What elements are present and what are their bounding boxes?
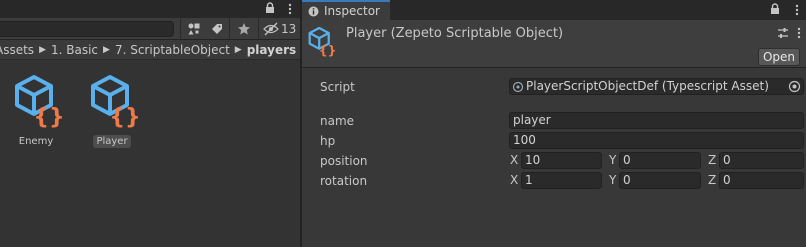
asset-item-enemy[interactable]: {} Enemy <box>6 74 66 154</box>
hidden-packages-toggle[interactable]: 13 <box>263 21 296 37</box>
more-options-icon[interactable] <box>792 3 802 17</box>
hp-label: hp <box>320 134 336 148</box>
asset-label: Player <box>82 135 142 148</box>
inspector-title: Player (Zepeto Scriptable Object) <box>346 26 564 41</box>
presets-icon[interactable] <box>776 26 790 40</box>
name-field[interactable]: player <box>509 112 804 129</box>
inspector-tab-bar: Inspector <box>302 0 806 20</box>
scriptable-object-icon: {} <box>15 75 64 130</box>
rotation-y-label: Y <box>609 173 617 187</box>
svg-text:{}: {} <box>33 105 64 130</box>
object-picker-icon[interactable] <box>788 80 801 93</box>
more-options-icon[interactable] <box>796 26 802 40</box>
scriptable-object-icon: {} <box>308 26 336 57</box>
chevron-right-icon: ▶ <box>234 44 242 55</box>
rotation-label: rotation <box>320 174 368 188</box>
breadcrumb-item-players[interactable]: players <box>247 43 296 57</box>
rotation-x-label: X <box>510 173 519 187</box>
tab-inspector[interactable]: Inspector <box>302 0 390 20</box>
inspector-panel: Inspector {} Player (Zepeto Scriptable O… <box>302 0 806 247</box>
toolbar-divider <box>258 18 259 40</box>
position-z-field[interactable]: 0 <box>719 152 804 169</box>
project-panel: 13 Assets ▶ 1. Basic ▶ 7. ScriptableObje… <box>0 0 300 247</box>
chevron-right-icon: ▶ <box>103 44 110 55</box>
project-toolbar: 13 <box>0 18 300 40</box>
toolbar-divider <box>229 18 230 40</box>
filter-by-type-icon <box>188 23 200 35</box>
search-input[interactable] <box>0 21 174 37</box>
position-x-field[interactable]: 10 <box>521 152 602 169</box>
favorites-button[interactable] <box>233 20 255 38</box>
star-icon <box>238 23 250 35</box>
script-label: Script <box>320 80 355 94</box>
script-value: PlayerScriptObjectDef (Typescript Asset) <box>526 79 769 93</box>
lock-icon[interactable] <box>768 2 782 16</box>
asset-label: Enemy <box>18 136 54 147</box>
script-object-field[interactable]: PlayerScriptObjectDef (Typescript Asset) <box>509 78 804 95</box>
rotation-z-field[interactable]: 0 <box>719 172 804 189</box>
svg-text:{}: {} <box>109 105 140 130</box>
search-by-type-button[interactable] <box>183 20 205 38</box>
asset-item-player[interactable]: {} Player <box>82 74 142 154</box>
rotation-z-label: Z <box>708 173 717 187</box>
rotation-y-field[interactable]: 0 <box>619 172 701 189</box>
lock-icon[interactable] <box>263 1 277 15</box>
breadcrumb-item-scriptableobject[interactable]: 7. ScriptableObject <box>115 43 230 57</box>
open-button[interactable]: Open <box>758 48 800 66</box>
tag-icon <box>212 24 222 34</box>
position-y-label: Y <box>609 153 617 167</box>
svg-text:{}: {} <box>319 43 336 57</box>
position-x-label: X <box>510 153 519 167</box>
breadcrumb: Assets ▶ 1. Basic ▶ 7. ScriptableObject … <box>0 40 300 60</box>
more-options-icon[interactable] <box>285 2 295 16</box>
breadcrumb-item-basic[interactable]: 1. Basic <box>51 43 98 57</box>
inspector-header: {} Player (Zepeto Scriptable Object) Ope… <box>302 20 806 68</box>
eye-slash-icon <box>263 22 279 36</box>
hp-field[interactable]: 100 <box>509 132 804 149</box>
hidden-count-label: 13 <box>281 22 297 36</box>
info-icon <box>308 6 319 16</box>
scriptable-object-icon: {} <box>91 75 140 130</box>
project-tab-bar <box>0 0 300 18</box>
chevron-right-icon: ▶ <box>39 44 46 55</box>
search-by-label-button[interactable] <box>206 20 228 38</box>
toolbar-divider <box>180 18 181 40</box>
position-y-field[interactable]: 0 <box>619 152 701 169</box>
typescript-asset-icon <box>512 81 524 92</box>
name-label: name <box>320 114 355 128</box>
breadcrumb-item-assets[interactable]: Assets <box>0 43 34 57</box>
rotation-x-field[interactable]: 1 <box>521 172 602 189</box>
position-z-label: Z <box>708 153 717 167</box>
position-label: position <box>320 154 368 168</box>
tab-inspector-label: Inspector <box>324 4 380 18</box>
